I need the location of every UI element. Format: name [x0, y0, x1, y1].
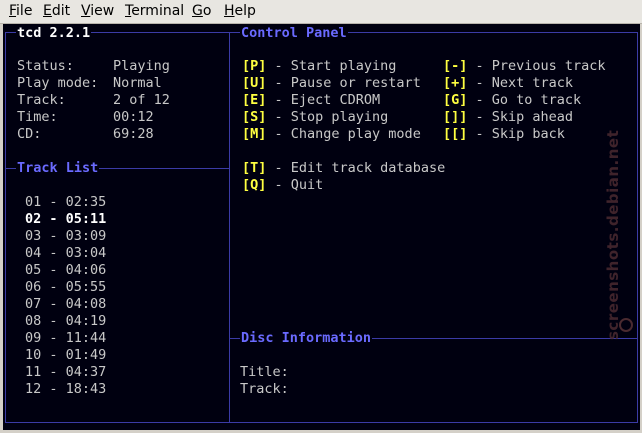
shortcut-next-track[interactable]: [+] - Next track [443, 75, 573, 91]
menu-edit[interactable]: Edit [43, 3, 70, 19]
track-item[interactable]: 05 - 04:06 [25, 262, 106, 278]
shortcut-edit-database[interactable]: [T] - Edit track database [242, 160, 445, 176]
status-label: Status: [17, 58, 74, 74]
terminal-window[interactable]: tcd 2.2.1 Status: Playing Play mode: Nor… [3, 24, 640, 430]
menu-view[interactable]: View [81, 3, 114, 19]
play-mode-label: Play mode: [17, 75, 99, 91]
disc-info-title: Disc Information [240, 330, 373, 346]
track-item[interactable]: 08 - 04:19 [25, 313, 106, 329]
shortcut-skip-back[interactable]: [[] - Skip back [443, 126, 565, 142]
track-item[interactable]: 04 - 03:04 [25, 245, 106, 261]
menu-help[interactable]: Help [224, 3, 256, 19]
shortcut-start-playing[interactable]: [P] - Start playing [242, 58, 396, 74]
track-value: 2 of 12 [113, 92, 170, 108]
shortcut-stop[interactable]: [S] - Stop playing [242, 109, 388, 125]
track-item[interactable]: 09 - 11:44 [25, 330, 106, 346]
disc-title-label: Title: [240, 364, 289, 380]
watermark: screenshots.debian.net [604, 129, 622, 340]
track-item[interactable]: 12 - 18:43 [25, 381, 106, 397]
shortcut-pause-restart[interactable]: [U] - Pause or restart [242, 75, 421, 91]
menu-go[interactable]: Go [192, 3, 211, 19]
track-item-current[interactable]: 02 - 05:11 [25, 211, 106, 227]
menu-file[interactable]: File [9, 3, 32, 19]
play-mode-value: Normal [113, 75, 162, 91]
track-item[interactable]: 10 - 01:49 [25, 347, 106, 363]
border-divider-vertical [229, 32, 230, 423]
status-value: Playing [113, 58, 170, 74]
cd-value: 69:28 [113, 126, 154, 142]
shortcut-skip-ahead[interactable]: []] - Skip ahead [443, 109, 573, 125]
track-list-title: Track List [16, 160, 100, 176]
watermark-logo-icon [619, 318, 633, 332]
time-label: Time: [17, 109, 58, 125]
track-item[interactable]: 01 - 02:35 [25, 194, 106, 210]
track-label: Track: [17, 92, 66, 108]
shortcut-quit[interactable]: [Q] - Quit [242, 177, 323, 193]
track-item[interactable]: 11 - 04:37 [25, 364, 106, 380]
track-item[interactable]: 06 - 05:55 [25, 279, 106, 295]
app-title: tcd 2.2.1 [16, 25, 92, 41]
shortcut-play-mode[interactable]: [M] - Change play mode [242, 126, 421, 142]
track-item[interactable]: 03 - 03:09 [25, 228, 106, 244]
shortcut-previous-track[interactable]: [-] - Previous track [443, 58, 606, 74]
time-value: 00:12 [113, 109, 154, 125]
shortcut-eject[interactable]: [E] - Eject CDROM [242, 92, 380, 108]
border-bottom [5, 422, 638, 423]
control-panel-title: Control Panel [240, 25, 348, 41]
track-item[interactable]: 07 - 04:08 [25, 296, 106, 312]
cd-label: CD: [17, 126, 42, 142]
disc-track-label: Track: [240, 381, 289, 397]
menu-terminal[interactable]: Terminal [125, 3, 184, 19]
border-left [5, 32, 6, 423]
shortcut-go-to-track[interactable]: [G] - Go to track [443, 92, 581, 108]
menu-bar: File Edit View Terminal Go Help [0, 0, 642, 24]
